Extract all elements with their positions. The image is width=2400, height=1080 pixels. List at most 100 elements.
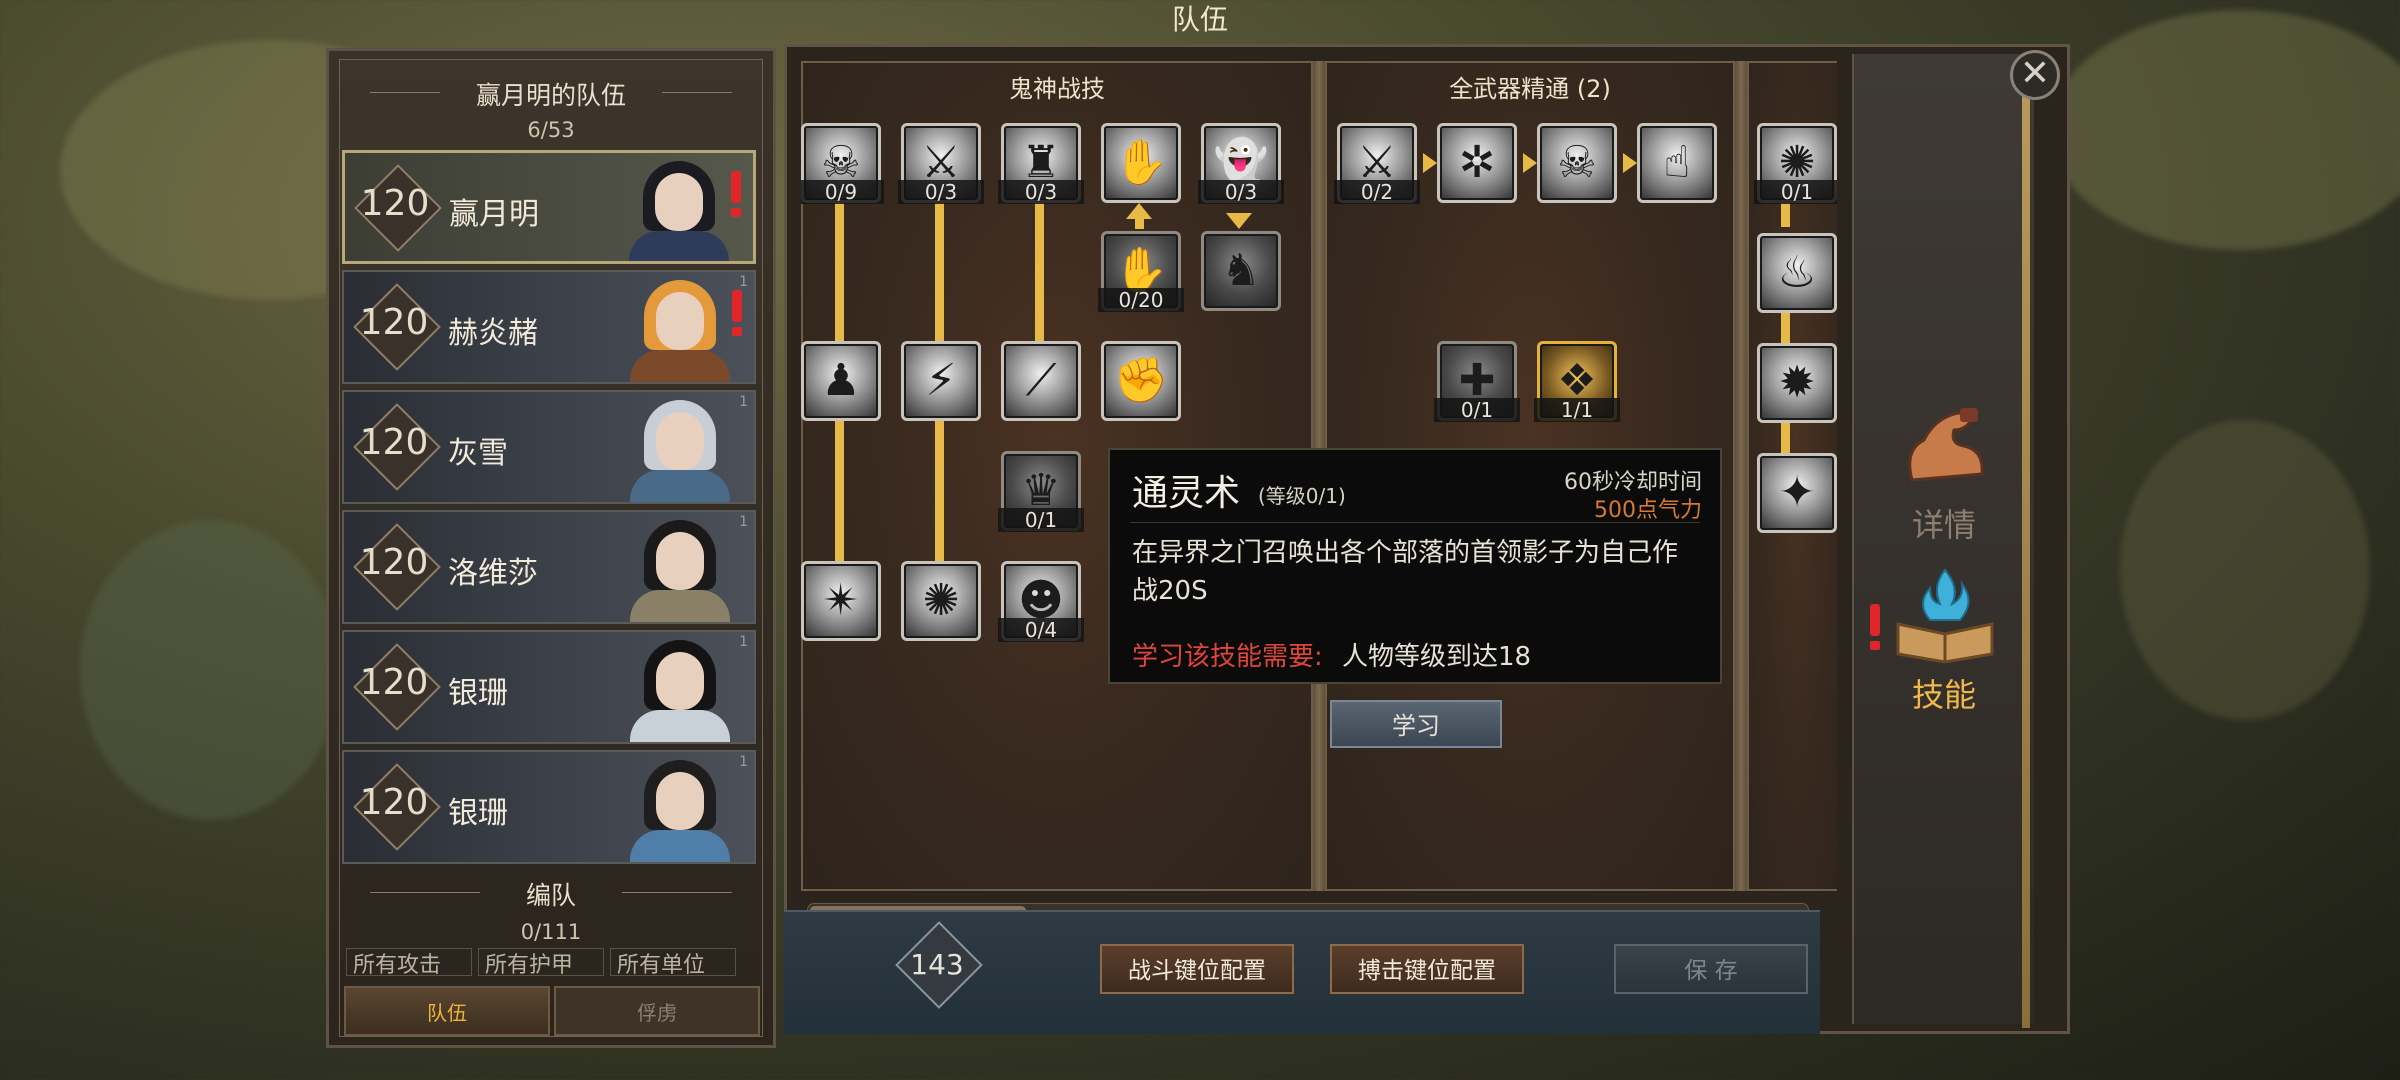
skill-slot[interactable]: ♞	[1201, 231, 1281, 311]
team-roster-inner: 赢月明的队伍 6/53 120 赢月明 1 120 赫炎赭 1 120 灰雪 1…	[339, 59, 763, 1037]
lightning-beast-icon: ⚡	[925, 355, 957, 406]
character-level: 120	[359, 422, 429, 463]
skill-slot[interactable]: ✊	[1101, 341, 1181, 421]
skill-tooltip: 通灵术 (等级0/1) 60秒冷却时间 500点气力 在异界之门召唤出各个部落的…	[1108, 448, 1722, 684]
skill-slot[interactable]: ♨	[1757, 233, 1837, 313]
side-tab-panel: 详情 技能	[1852, 54, 2034, 1024]
slot-number: 1	[739, 754, 748, 770]
skills-bottom-bar: 143 战斗键位配置 搏击键位配置 保 存	[784, 910, 1820, 1034]
grapple-keybind-button[interactable]: 搏击键位配置	[1330, 944, 1524, 994]
skill-slot[interactable]: ♛ 0/1	[998, 451, 1084, 532]
fire-icon: ✹	[1778, 357, 1816, 408]
tooltip-requirement-value: 人物等级到达18	[1342, 642, 1532, 672]
attack-filter-dropdown[interactable]: 所有攻击	[346, 948, 472, 976]
window-title: 队伍	[1171, 3, 1228, 36]
skill-slot[interactable]: ✺	[901, 561, 981, 641]
beetle-icon: ✲	[1458, 137, 1496, 188]
character-level: 120	[359, 302, 429, 343]
skill-slot[interactable]: 👻 0/3	[1198, 123, 1284, 204]
character-level: 120	[359, 662, 429, 703]
skill-slot[interactable]: ✦	[1757, 453, 1837, 533]
panel-rail	[2022, 70, 2030, 1028]
character-level: 120	[359, 542, 429, 583]
team-count: 6/53	[527, 118, 575, 142]
character-name: 赢月明	[449, 197, 539, 232]
character-level: 120	[359, 782, 429, 823]
pointing-hand-icon: ☝	[1663, 137, 1691, 188]
character-portrait	[616, 516, 746, 622]
skill-slot[interactable]: ✋	[1101, 123, 1181, 203]
learn-button[interactable]: 学习	[1330, 700, 1502, 748]
tooltip-description: 在异界之门召唤出各个部落的首领影子为自己作战20S	[1132, 538, 1679, 606]
kick-icon: ✦	[1778, 467, 1816, 518]
character-level: 120	[360, 183, 430, 224]
armor-filter-dropdown[interactable]: 所有护甲	[478, 948, 604, 976]
shadow-warrior-icon: ♞	[1221, 245, 1261, 296]
character-name: 灰雪	[448, 436, 508, 471]
skill-slot[interactable]: ✴	[801, 561, 881, 641]
skull-icon: ☠	[1557, 137, 1597, 188]
tooltip-skill-level: (等级0/1)	[1258, 484, 1346, 508]
tab-skills-label: 技能	[1911, 676, 1976, 714]
combat-keybind-button[interactable]: 战斗键位配置	[1100, 944, 1294, 994]
skill-slot[interactable]: ☻ 0/4	[998, 561, 1084, 642]
filter-row: 所有攻击 所有护甲 所有单位	[346, 948, 736, 976]
character-card[interactable]: 1 120 灰雪	[342, 390, 756, 504]
tab-details[interactable]: 详情	[1864, 394, 2024, 554]
team-roster-panel: 赢月明的队伍 6/53 120 赢月明 1 120 赫炎赭 1 120 灰雪 1…	[326, 48, 776, 1048]
character-list: 120 赢月明 1 120 赫炎赭 1 120 灰雪 1 120 洛维莎 1 1…	[342, 150, 756, 870]
skill-slot[interactable]: ✚ 0/1	[1434, 341, 1520, 422]
character-name: 银珊	[448, 796, 508, 831]
flame-book-icon	[1896, 568, 1994, 664]
character-portrait	[616, 756, 746, 862]
character-card[interactable]: 1 120 赫炎赭	[342, 270, 756, 384]
flexed-arm-icon	[1908, 408, 1984, 482]
burst-icon: ✺	[922, 575, 960, 626]
tree-divider	[1735, 61, 1747, 891]
tooltip-divider	[1130, 522, 1700, 523]
skill-slot[interactable]: ☠	[1537, 123, 1617, 203]
skill-slot[interactable]: ✺ 0/1	[1754, 123, 1837, 204]
character-portrait	[615, 157, 745, 261]
tab-details-label: 详情	[1911, 506, 1976, 544]
formation-title: 编队	[340, 876, 762, 912]
save-button[interactable]: 保 存	[1614, 944, 1808, 994]
skill-slot[interactable]: ✹	[1757, 343, 1837, 423]
slot-number: 1	[739, 634, 748, 650]
skill-slot[interactable]: ⚡	[901, 341, 981, 421]
skill-slot[interactable]: ☠ 0/9	[801, 123, 884, 204]
skill-slot[interactable]: ❖ 1/1	[1534, 341, 1620, 422]
tab-team[interactable]: 队伍	[344, 986, 550, 1036]
character-card[interactable]: 1 120 银珊	[342, 630, 756, 744]
skill-slot[interactable]: ⟋	[1001, 341, 1081, 421]
aura-body-icon: ✴	[822, 575, 860, 626]
character-name: 银珊	[448, 676, 508, 711]
slot-number: 1	[739, 274, 748, 290]
formation-count: 0/111	[520, 920, 582, 944]
strongman-icon: ♟	[821, 355, 861, 406]
flame-icon: ♨	[1777, 247, 1817, 298]
skill-slot[interactable]: ♟	[801, 341, 881, 421]
tab-captives[interactable]: 俘虏	[554, 986, 760, 1036]
close-button[interactable]: ✕	[2010, 50, 2060, 100]
skill-slot[interactable]: ⚔ 0/2	[1334, 123, 1420, 204]
skill-slot[interactable]: ✋ 0/20	[1098, 231, 1184, 312]
character-name: 洛维莎	[448, 556, 538, 591]
skill-tree-title: 全武器精通 (2)	[1449, 75, 1611, 103]
slash-icon: ⟋	[1025, 355, 1057, 406]
alert-icon	[1870, 604, 1880, 650]
unit-filter-dropdown[interactable]: 所有单位	[610, 948, 736, 976]
skill-slot[interactable]: ☝	[1637, 123, 1717, 203]
tab-skills[interactable]: 技能	[1864, 564, 2024, 724]
skill-slot[interactable]: ⚔ 0/3	[898, 123, 984, 204]
character-card[interactable]: 1 120 洛维莎	[342, 510, 756, 624]
slot-number: 1	[739, 514, 748, 530]
roster-tabs: 队伍 俘虏	[344, 986, 760, 1036]
skill-slot[interactable]: ✲	[1437, 123, 1517, 203]
character-card[interactable]: 1 120 银珊	[342, 750, 756, 864]
character-card[interactable]: 120 赢月明	[342, 150, 756, 264]
character-portrait	[616, 276, 746, 382]
character-portrait	[616, 396, 746, 502]
skill-slot[interactable]: ♜ 0/3	[998, 123, 1084, 204]
tooltip-cost: 500点气力	[1594, 498, 1702, 523]
